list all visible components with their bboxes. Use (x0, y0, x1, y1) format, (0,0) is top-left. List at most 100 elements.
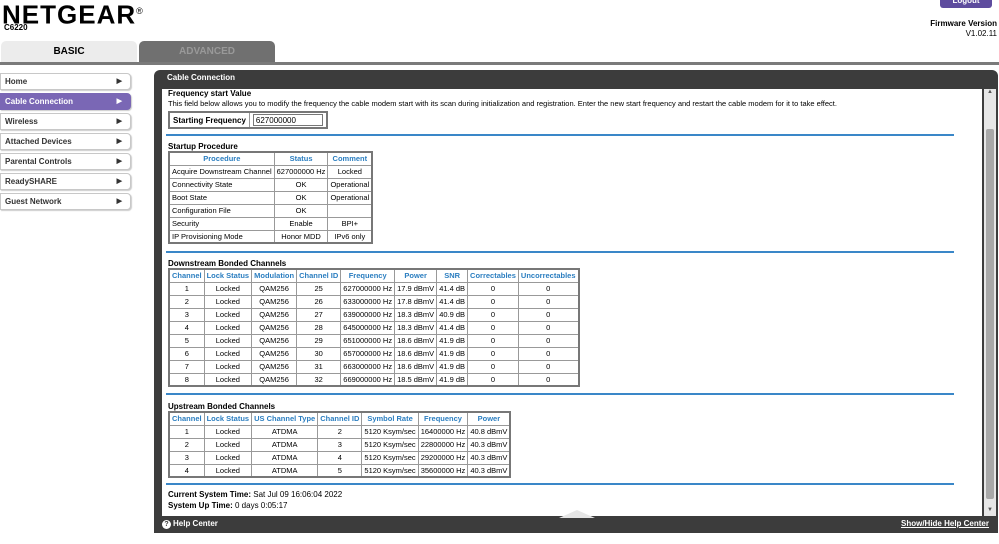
scroll-up-arrow-icon[interactable]: ▲ (984, 89, 996, 99)
table-cell: 0 (517, 307, 580, 322)
table-cell: 4 (168, 320, 205, 335)
table-cell: 0 (517, 294, 580, 309)
table-cell: 645000000 Hz (340, 320, 396, 335)
table-cell: 627000000 Hz (273, 164, 329, 179)
table-row: 4 Locked QAM256 28 645000000 Hz 18.3 dBmV 41.4… (168, 320, 580, 335)
table-cell: Enable (273, 216, 329, 231)
downstream-section: Downstream Bonded Channels Channel Lock S… (168, 259, 580, 387)
table-cell: 16400000 Hz (417, 424, 469, 439)
table-cell: 633000000 Hz (340, 294, 396, 309)
sidebar-item-attached-devices[interactable]: Attached Devices ▶ (0, 133, 131, 150)
system-time-block: Current System Time: Sat Jul 09 16:06:04… (168, 490, 342, 510)
table-cell: OK (273, 190, 329, 205)
table-cell: 26 (296, 294, 342, 309)
content-scrollbar[interactable]: ▲ ▼ (984, 89, 996, 517)
table-cell: 7 (168, 359, 205, 374)
table-cell: 41.9 dB (436, 346, 469, 361)
table-cell: 40.3 dBmV (467, 450, 511, 465)
sidebar-item-parental-controls[interactable]: Parental Controls ▶ (0, 153, 131, 170)
frequency-section: Frequency start Value This field below a… (168, 89, 837, 129)
table-cell: QAM256 (251, 281, 298, 296)
section-divider (166, 251, 954, 253)
sidebar-item-label: Attached Devices (5, 137, 72, 146)
column-header: Correctables (467, 268, 519, 283)
table-cell: IP Provisioning Mode (168, 229, 275, 244)
table-cell: 627000000 Hz (340, 281, 396, 296)
table-cell: 0 (467, 359, 519, 374)
table-cell: 639000000 Hz (340, 307, 396, 322)
downstream-header-row: Channel Lock Status Modulation Channel ID Fr… (168, 268, 580, 283)
table-cell: 18.3 dBmV (394, 320, 438, 335)
help-center-link[interactable]: ? Help Center (162, 519, 218, 529)
sidebar-item-home[interactable]: Home ▶ (0, 73, 131, 90)
sidebar-item-label: Guest Network (5, 197, 62, 206)
tab-advanced[interactable]: ADVANCED (139, 41, 275, 63)
table-cell: 0 (517, 346, 580, 361)
upstream-header-row: Channel Lock Status US Channel Type Channel… (168, 411, 511, 426)
startup-title: Startup Procedure (168, 142, 238, 151)
chevron-right-icon: ▶ (116, 78, 122, 85)
column-header: Channel (168, 268, 205, 283)
startup-header-row: Procedure Status Comment (168, 151, 373, 166)
section-divider (166, 134, 954, 136)
section-divider (166, 483, 954, 485)
sidebar-item-guest-network[interactable]: Guest Network ▶ (0, 193, 131, 210)
help-footer: ? Help Center Show/Hide Help Center (154, 510, 998, 532)
table-row: 6 Locked QAM256 30 657000000 Hz 18.6 dBmV 41.9… (168, 346, 580, 361)
upstream-table: Channel Lock Status US Channel Type Channel… (168, 411, 512, 478)
table-cell: Locked (203, 346, 253, 361)
table-cell: 5 (168, 333, 205, 348)
table-cell: 17.8 dBmV (394, 294, 438, 309)
column-header: Power (394, 268, 438, 283)
table-cell: QAM256 (251, 359, 298, 374)
table-cell: 40.3 dBmV (467, 463, 511, 478)
panel-content: Frequency start Value This field below a… (162, 89, 982, 517)
table-cell: OK (273, 177, 329, 192)
table-cell: 669000000 Hz (340, 372, 396, 387)
table-cell: 17.9 dBmV (394, 281, 438, 296)
table-cell: Operational (327, 190, 373, 205)
table-cell: Locked (203, 294, 253, 309)
upstream-section: Upstream Bonded Channels Channel Lock Sta… (168, 402, 512, 478)
logout-button[interactable]: Logout (940, 0, 992, 8)
table-cell: 40.3 dBmV (467, 437, 511, 452)
table-cell: 0 (467, 346, 519, 361)
table-cell: 5120 Ksym/sec (361, 450, 419, 465)
table-cell: QAM256 (251, 346, 298, 361)
starting-frequency-table: Starting Frequency (168, 111, 328, 129)
table-cell: 4 (317, 450, 363, 465)
table-cell: 40.8 dBmV (467, 424, 511, 439)
table-cell: 18.6 dBmV (394, 359, 438, 374)
table-cell: Configuration File (168, 203, 275, 218)
sidebar-item-readyshare[interactable]: ReadySHARE ▶ (0, 173, 131, 190)
table-cell: 5120 Ksym/sec (361, 463, 419, 478)
scroll-thumb[interactable] (986, 129, 994, 499)
system-time-value: Sat Jul 09 16:06:04 2022 (253, 490, 343, 499)
tab-basic[interactable]: BASIC (1, 41, 137, 63)
column-header: Channel (168, 411, 205, 426)
panel-title: Cable Connection (167, 73, 236, 82)
model-number: C6220 (4, 23, 28, 32)
table-row: Boot State OK Operational (168, 190, 373, 205)
table-cell: 0 (467, 333, 519, 348)
show-hide-help-link[interactable]: Show/Hide Help Center (901, 519, 989, 528)
help-center-label: Help Center (173, 519, 218, 528)
sidebar-item-cable-connection[interactable]: Cable Connection ▶ (0, 93, 131, 110)
table-cell: 0 (517, 359, 580, 374)
table-cell: 35600000 Hz (417, 463, 469, 478)
chevron-right-icon: ▶ (116, 178, 122, 185)
table-row: Security Enable BPI+ (168, 216, 373, 231)
table-cell: 0 (517, 281, 580, 296)
system-uptime-value: 0 days 0:05:17 (235, 501, 288, 510)
sidebar-item-label: ReadySHARE (5, 177, 58, 186)
table-cell (327, 203, 373, 218)
table-cell: Locked (203, 320, 253, 335)
table-cell: 5120 Ksym/sec (361, 437, 419, 452)
chevron-right-icon: ▶ (116, 138, 122, 145)
table-cell: Locked (203, 333, 253, 348)
sidebar-item-wireless[interactable]: Wireless ▶ (0, 113, 131, 130)
help-toggle-tab-icon[interactable] (559, 510, 595, 518)
table-cell: 28 (296, 320, 342, 335)
starting-frequency-input[interactable] (252, 114, 323, 126)
table-cell: 651000000 Hz (340, 333, 396, 348)
